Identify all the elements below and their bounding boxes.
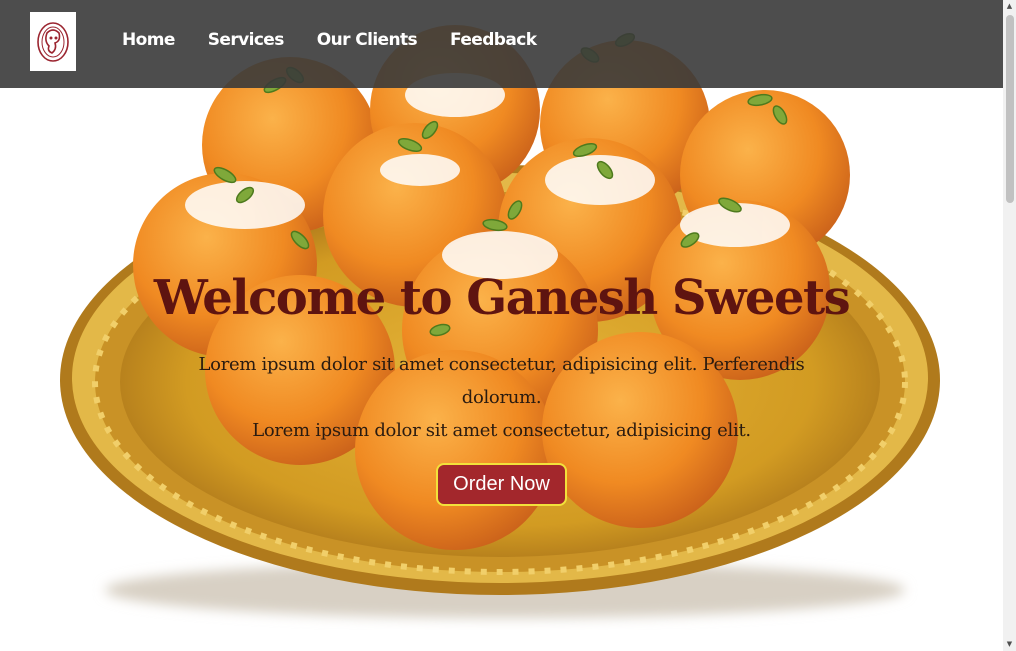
ganesh-logo-icon[interactable] — [30, 12, 76, 71]
hero-content: Welcome to Ganesh Sweets Lorem ipsum dol… — [0, 262, 1003, 506]
hero-line-1: Lorem ipsum dolor sit amet consectetur, … — [198, 354, 805, 408]
vertical-scrollbar[interactable]: ▲ ▼ — [1003, 0, 1016, 651]
nav-item-home[interactable]: Home — [122, 30, 175, 50]
nav-item-feedback[interactable]: Feedback — [450, 30, 537, 50]
navbar: Home Services Our Clients Feedback — [0, 0, 1003, 88]
hero-title: Welcome to Ganesh Sweets — [153, 270, 851, 326]
hero-description: Lorem ipsum dolor sit amet consectetur, … — [172, 348, 832, 447]
nav-item-services[interactable]: Services — [208, 30, 285, 50]
hero-line-2: Lorem ipsum dolor sit amet consectetur, … — [252, 420, 751, 441]
scroll-up-arrow-icon[interactable]: ▲ — [1003, 0, 1016, 13]
order-now-button[interactable]: Order Now — [436, 463, 567, 506]
scroll-down-arrow-icon[interactable]: ▼ — [1003, 638, 1016, 651]
nav-item-our-clients[interactable]: Our Clients — [317, 30, 418, 50]
nav-links: Home Services Our Clients Feedback — [122, 30, 569, 50]
scrollbar-thumb[interactable] — [1006, 15, 1014, 203]
page: Home Services Our Clients Feedback Welco… — [0, 0, 1003, 651]
